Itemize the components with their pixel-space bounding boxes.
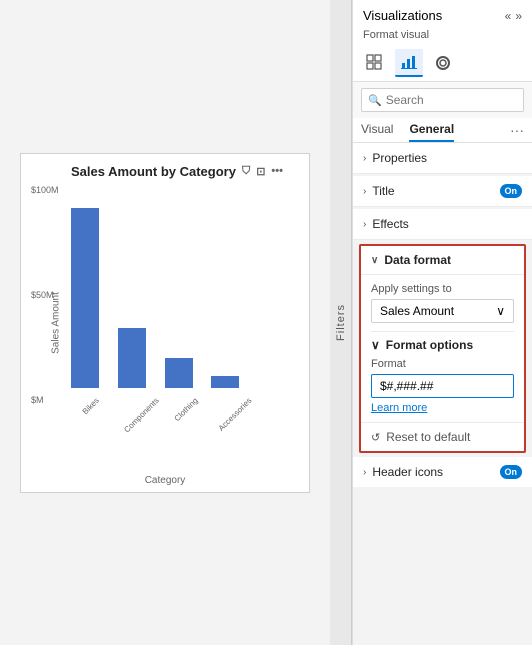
- expand-icon[interactable]: ⊡: [256, 165, 265, 178]
- learn-more-link[interactable]: Learn more: [371, 402, 514, 414]
- y-label-top: $100M: [31, 185, 59, 195]
- panel-header: Visualizations « »: [353, 0, 532, 27]
- tab-visual[interactable]: Visual: [361, 118, 393, 142]
- filters-strip[interactable]: Filters: [330, 0, 352, 645]
- format-options-header[interactable]: ∨ Format options: [371, 331, 514, 358]
- format-input[interactable]: [371, 374, 514, 398]
- search-box[interactable]: 🔍: [361, 88, 524, 112]
- bar-clothing: [165, 358, 193, 388]
- data-format-body: Apply settings to Sales Amount ∨ ∨ Forma…: [361, 275, 524, 422]
- tab-general[interactable]: General: [409, 118, 454, 142]
- bar-group-accessories: Accessories: [204, 376, 247, 405]
- header-icons-toggle[interactable]: On: [500, 465, 523, 479]
- header-icons-label: Header icons: [372, 465, 443, 479]
- bar-group-bikes: Bikes: [71, 208, 99, 405]
- title-toggle[interactable]: On: [500, 184, 523, 198]
- format-label: Format: [371, 358, 514, 370]
- chart-y-label: Sales Amount: [50, 292, 61, 354]
- bar-bikes: [71, 208, 99, 388]
- chevron-header-icons: ›: [363, 467, 366, 478]
- more-icon[interactable]: •••: [271, 165, 283, 177]
- section-effects[interactable]: › Effects: [353, 209, 532, 240]
- panel-header-icons: « »: [505, 9, 522, 23]
- filter-icon[interactable]: ⛉: [242, 165, 250, 178]
- reset-label: Reset to default: [386, 430, 470, 444]
- reset-row[interactable]: ↺ Reset to default: [361, 422, 524, 451]
- panel-title: Visualizations: [363, 8, 442, 23]
- bar-accessories: [211, 376, 239, 388]
- nav-tab-more[interactable]: ···: [510, 122, 524, 138]
- bar-group-clothing: Clothing: [164, 358, 193, 405]
- format-tab-grid[interactable]: [361, 49, 389, 77]
- chevron-data-format: ∨: [371, 255, 378, 266]
- section-title[interactable]: › Title On: [353, 176, 532, 207]
- expand-panel-icon[interactable]: »: [515, 9, 522, 23]
- data-format-label: Data format: [384, 253, 451, 267]
- bar-label-clothing: Clothing: [173, 396, 200, 423]
- panel-scroll: › Properties › Title On › Effects ∨ Data…: [353, 143, 532, 645]
- chart-title: Sales Amount by Category: [71, 164, 236, 179]
- section-header-icons[interactable]: › Header icons On: [353, 457, 532, 487]
- filters-label: Filters: [335, 304, 347, 341]
- title-label: Title: [372, 184, 394, 198]
- format-tabs-row: [353, 45, 532, 82]
- chevron-format-options: ∨: [371, 338, 380, 352]
- format-visual-label: Format visual: [353, 27, 532, 45]
- apply-settings-dropdown[interactable]: Sales Amount ∨: [371, 299, 514, 323]
- bar-chart: $100M $50M $M Bikes Components Clothing …: [71, 185, 299, 405]
- dropdown-chevron: ∨: [496, 304, 505, 318]
- format-options-label: Format options: [386, 338, 473, 352]
- collapse-icon[interactable]: «: [505, 9, 512, 23]
- bar-label-accessories: Accessories: [216, 396, 253, 433]
- chart-area: Sales Amount by Category ⛉ ⊡ ••• $100M $…: [0, 0, 330, 645]
- bar-group-components: Components: [109, 328, 154, 405]
- chevron-title: ›: [363, 186, 366, 197]
- format-tab-bar[interactable]: [395, 49, 423, 77]
- y-label-bot: $M: [31, 395, 59, 405]
- nav-tabs: Visual General ···: [353, 118, 532, 143]
- format-tab-donut[interactable]: [429, 49, 457, 77]
- effects-label: Effects: [372, 217, 408, 231]
- data-format-section: ∨ Data format Apply settings to Sales Am…: [359, 244, 526, 453]
- search-input[interactable]: [386, 93, 517, 107]
- data-format-header[interactable]: ∨ Data format: [361, 246, 524, 275]
- chart-title-row: Sales Amount by Category ⛉ ⊡ •••: [71, 164, 299, 179]
- properties-label: Properties: [372, 151, 427, 165]
- bar-label-components: Components: [122, 396, 160, 434]
- chevron-properties: ›: [363, 153, 366, 164]
- dropdown-value: Sales Amount: [380, 304, 454, 318]
- bar-components: [118, 328, 146, 388]
- chevron-effects: ›: [363, 219, 366, 230]
- apply-settings-label: Apply settings to: [371, 283, 514, 295]
- chart-container: Sales Amount by Category ⛉ ⊡ ••• $100M $…: [20, 153, 310, 493]
- chart-x-label: Category: [145, 475, 186, 486]
- section-properties[interactable]: › Properties: [353, 143, 532, 174]
- bar-label-bikes: Bikes: [81, 396, 101, 416]
- search-icon: 🔍: [368, 94, 382, 107]
- right-panel: Visualizations « » Format visual: [352, 0, 532, 645]
- reset-icon: ↺: [371, 431, 380, 444]
